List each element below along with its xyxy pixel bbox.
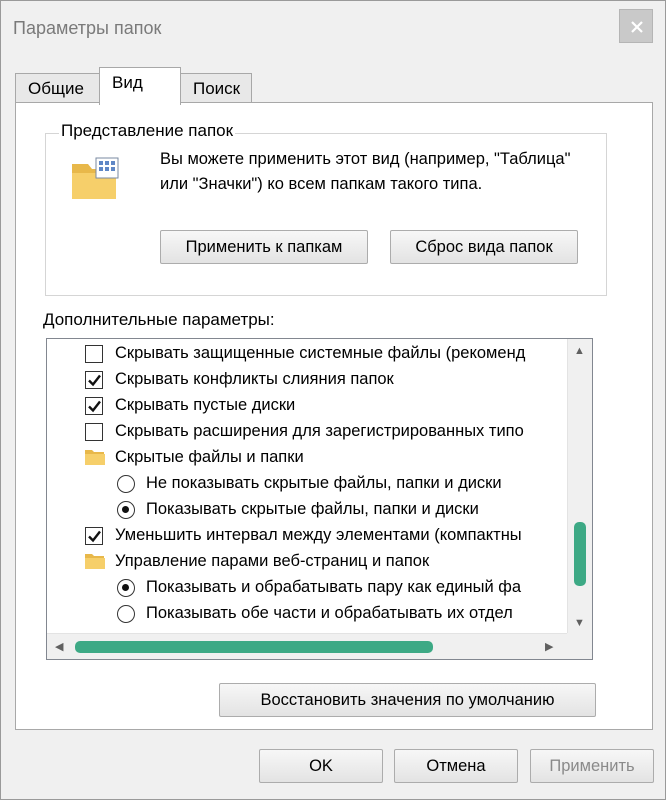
setting-dont-show-hidden[interactable]: Не показывать скрытые файлы, папки и дис… (47, 471, 567, 497)
setting-hide-protected-os-files[interactable]: Скрывать защищенные системные файлы (рек… (47, 341, 567, 367)
radio-button-selected[interactable] (117, 501, 135, 519)
advanced-settings-list: Скрывать защищенные системные файлы (рек… (46, 338, 593, 660)
cancel-button[interactable]: Отмена (394, 749, 518, 783)
horizontal-scrollbar[interactable]: ◀ ▶ (47, 633, 592, 659)
tab-strip: Общие Вид Поиск (15, 67, 655, 105)
checkmark-icon (88, 400, 101, 413)
radio-button-selected[interactable] (117, 579, 135, 597)
apply-button[interactable]: Применить (530, 749, 654, 783)
close-button[interactable] (619, 9, 653, 43)
tab-general[interactable]: Общие (15, 73, 100, 104)
setting-pair-as-single[interactable]: Показывать и обрабатывать пару как едины… (47, 575, 567, 601)
scroll-up-arrow-icon[interactable]: ▲ (574, 345, 585, 357)
setting-label: Не показывать скрытые файлы, папки и дис… (146, 474, 502, 492)
radio-dot-icon (122, 584, 129, 591)
scroll-left-arrow-icon[interactable]: ◀ (55, 640, 63, 653)
horizontal-scroll-thumb[interactable] (75, 641, 433, 653)
tab-search[interactable]: Поиск (180, 73, 252, 104)
tab-view-label: Вид (112, 73, 143, 92)
advanced-settings-label: Дополнительные параметры: (43, 310, 275, 329)
tab-general-label: Общие (28, 79, 84, 98)
folder-views-title: Представление папок (59, 121, 236, 141)
folder-view-icon (72, 157, 119, 199)
radio-button[interactable] (117, 475, 135, 493)
setting-label: Скрывать защищенные системные файлы (рек… (115, 344, 526, 362)
checkbox[interactable] (85, 423, 103, 441)
reset-folders-button[interactable]: Сброс вида папок (390, 230, 578, 264)
tab-view[interactable]: Вид (99, 67, 181, 105)
title-bar: Параметры папок (1, 1, 665, 59)
tab-panel-view: Представление папок Вы можете применить … (15, 102, 653, 730)
checkbox-checked[interactable] (85, 527, 103, 545)
group-label: Управление парами веб-страниц и папок (115, 552, 430, 570)
scroll-down-arrow-icon[interactable]: ▼ (574, 617, 585, 629)
vertical-scrollbar[interactable]: ▲ ▼ (567, 339, 592, 633)
group-label: Скрытые файлы и папки (115, 448, 304, 466)
checkbox[interactable] (85, 345, 103, 363)
setting-hide-empty-drives[interactable]: Скрывать пустые диски (47, 393, 567, 419)
folder-options-dialog: Параметры папок Общие Вид Поиск Представ… (0, 0, 666, 800)
group-web-page-folder-pairs: Управление парами веб-страниц и папок (47, 549, 567, 575)
setting-compact-spacing[interactable]: Уменьшить интервал между элементами (ком… (47, 523, 567, 549)
setting-label: Показывать и обрабатывать пару как едины… (146, 578, 522, 596)
ok-button[interactable]: OK (259, 749, 383, 783)
setting-label: Скрывать пустые диски (115, 396, 296, 414)
checkbox-checked[interactable] (85, 371, 103, 389)
close-icon (631, 21, 643, 33)
scroll-right-arrow-icon[interactable]: ▶ (545, 640, 553, 653)
folder-views-description: Вы можете применить этот вид (например, … (160, 150, 571, 193)
setting-hide-extensions[interactable]: Скрывать расширения для зарегистрированн… (47, 419, 567, 445)
setting-label: Уменьшить интервал между элементами (ком… (115, 526, 522, 544)
scroll-corner (567, 633, 592, 659)
setting-hide-merge-conflicts[interactable]: Скрывать конфликты слияния папок (47, 367, 567, 393)
radio-dot-icon (122, 506, 129, 513)
checkbox-checked[interactable] (85, 397, 103, 415)
radio-button[interactable] (117, 605, 135, 623)
settings-rows: Скрывать защищенные системные файлы (рек… (47, 339, 567, 633)
checkmark-icon (88, 374, 101, 387)
setting-label: Скрывать расширения для зарегистрированн… (115, 422, 524, 440)
vertical-scroll-thumb[interactable] (574, 522, 586, 586)
folder-icon (85, 450, 105, 465)
setting-label: Скрывать конфликты слияния папок (115, 370, 394, 388)
restore-defaults-button[interactable]: Восстановить значения по умолчанию (219, 683, 596, 717)
setting-label: Показывать скрытые файлы, папки и диски (146, 500, 479, 518)
setting-pair-separately[interactable]: Показывать обе части и обрабатывать их о… (47, 601, 567, 627)
checkmark-icon (88, 530, 101, 543)
window-title: Параметры папок (13, 18, 162, 38)
setting-show-hidden[interactable]: Показывать скрытые файлы, папки и диски (47, 497, 567, 523)
setting-label: Показывать обе части и обрабатывать их о… (146, 604, 513, 622)
group-hidden-files: Скрытые файлы и папки (47, 445, 567, 471)
tab-search-label: Поиск (193, 79, 241, 98)
apply-to-folders-button[interactable]: Применить к папкам (160, 230, 368, 264)
folder-icon (85, 554, 105, 569)
